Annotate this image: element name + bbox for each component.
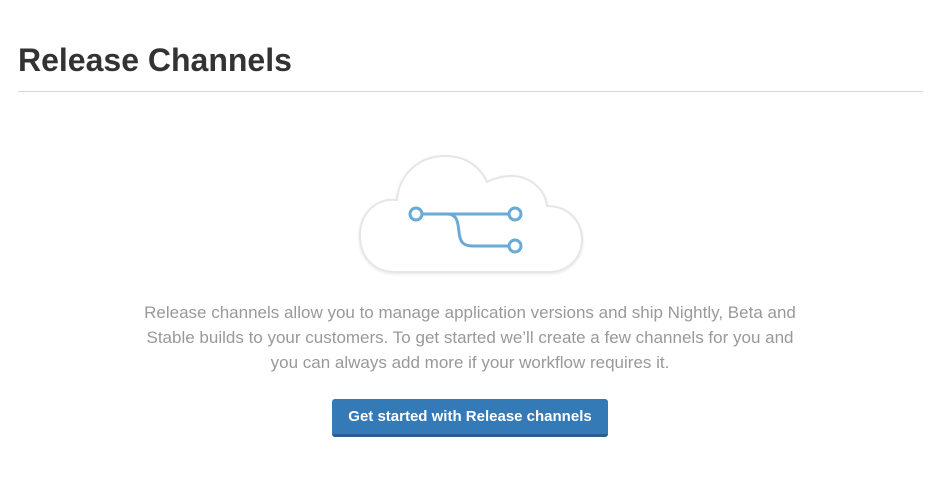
empty-state-description: Release channels allow you to manage app…: [120, 300, 820, 375]
header-divider: [18, 91, 923, 92]
release-channels-page: Release Channels Release channels allow …: [0, 0, 940, 504]
page-title: Release Channels: [18, 42, 292, 78]
description-line: you can always add more if your workflow…: [270, 353, 670, 372]
branch-node-start: [408, 206, 424, 222]
description-line: Stable builds to your customers. To get …: [146, 328, 794, 347]
description-line: Release channels allow you to manage app…: [144, 303, 796, 322]
branch-node-end-bottom: [507, 238, 523, 254]
cloud-branch-icon: [358, 154, 584, 273]
branch-node-end-top: [507, 206, 523, 222]
get-started-button[interactable]: Get started with Release channels: [332, 399, 608, 437]
